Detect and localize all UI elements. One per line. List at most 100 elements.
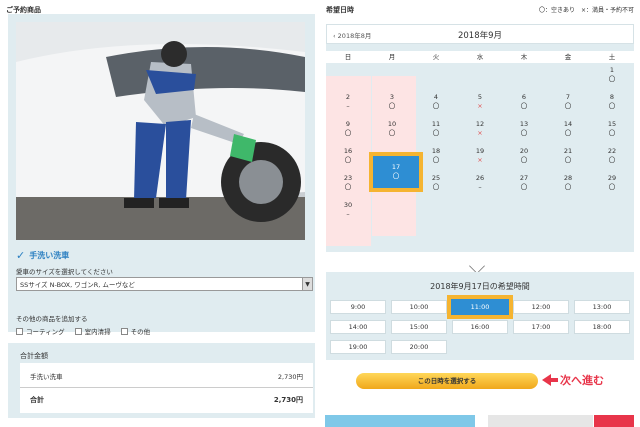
calendar-day[interactable]: 4〇 [414, 93, 458, 111]
time-slot[interactable]: 9:00 [330, 300, 386, 314]
time-slot[interactable]: 12:00 [513, 300, 569, 314]
product-panel: ✓ 手洗い洗車 愛車のサイズを選択してください SSサイズ N-BOX, ワゴン… [8, 14, 315, 336]
banner-thumbnail[interactable] [594, 415, 634, 427]
banner-thumbnail[interactable] [325, 415, 475, 427]
day-number: 26 [475, 174, 485, 182]
datetime-section-title: 希望日時 [326, 6, 354, 14]
time-slot[interactable]: 11:00 [447, 295, 513, 319]
calendar-day[interactable]: 3〇 [370, 93, 414, 111]
calendar-day[interactable]: 13 〇 [502, 120, 546, 138]
calendar-day[interactable]: 15 〇 [590, 120, 634, 138]
option-label: その他 [130, 328, 151, 336]
calendar-day[interactable]: 8〇 [590, 93, 634, 111]
calendar-day[interactable]: 14 〇 [546, 120, 590, 138]
calendar-day[interactable]: 23 〇 [326, 174, 370, 192]
total-title: 合計金額 [20, 352, 48, 360]
checkbox[interactable] [16, 327, 23, 335]
option-coating[interactable]: コーティング [16, 326, 65, 336]
day-number: 11 [431, 120, 441, 128]
time-slot[interactable]: 20:00 [391, 340, 447, 354]
time-slot[interactable]: 15:00 [391, 320, 447, 334]
weekday-label: 木 [520, 53, 528, 61]
total-panel: 合計金額 手洗い洗車 2,730円 合計 2,730円 [8, 343, 315, 418]
service-checkbox[interactable]: ✓ 手洗い洗車 [16, 250, 69, 261]
extra-options: コーティング 室内清掃 その他 [16, 326, 150, 336]
day-number: 19 [475, 147, 485, 155]
calendar-day[interactable]: 28 〇 [546, 174, 590, 192]
left-arrow-icon [542, 374, 558, 386]
next-step-text: 次へ進む [560, 374, 604, 387]
calendar-day[interactable]: 1〇 [590, 66, 634, 84]
availability-mark: 〇 [520, 183, 528, 191]
day-number: 14 [563, 120, 573, 128]
calendar-day[interactable]: 17 〇 [373, 163, 419, 181]
chevron-down-icon[interactable]: ▼ [302, 278, 312, 290]
calendar-day: 26– [458, 174, 502, 192]
option-interior[interactable]: 室内清掃 [74, 326, 111, 336]
day-number: 30 [343, 201, 353, 209]
day-number: 9 [345, 120, 351, 128]
day-number: 1 [609, 66, 615, 74]
calendar-day[interactable]: 29 〇 [590, 174, 634, 192]
day-number: 15 [607, 120, 617, 128]
line-item-name: 手洗い洗車 [30, 373, 63, 381]
availability-mark: 〇 [344, 129, 352, 137]
select-datetime-button[interactable]: この日時を選択する [356, 373, 538, 389]
calendar-day[interactable]: 20 〇 [502, 147, 546, 165]
calendar-day[interactable]: 7〇 [546, 93, 590, 111]
calendar-day[interactable]: 21 〇 [546, 147, 590, 165]
day-number: 16 [343, 147, 353, 155]
calendar-day[interactable]: 10 〇 [370, 120, 414, 138]
availability-mark: × [477, 129, 483, 137]
availability-mark: × [477, 102, 483, 110]
time-title: 2018年9月17日の希望時間 [430, 282, 530, 291]
extra-items-label: その他の商品を追加する [16, 315, 88, 323]
time-slot[interactable]: 19:00 [330, 340, 386, 354]
weekday-label: 水 [476, 53, 484, 61]
time-slot[interactable]: 10:00 [391, 300, 447, 314]
availability-mark: 〇 [520, 156, 528, 164]
selected-day-highlight[interactable]: 17 〇 [369, 152, 423, 192]
day-number: 12 [475, 120, 485, 128]
next-step-annotation: 次へ進む [542, 372, 604, 388]
availability-mark: 〇 [608, 102, 616, 110]
car-size-select[interactable]: SSサイズ N-BOX, ワゴンR, ムーヴなど ▼ [16, 277, 313, 291]
day-number: 4 [433, 93, 439, 101]
calendar-day[interactable]: 11 〇 [414, 120, 458, 138]
option-other[interactable]: その他 [120, 326, 151, 336]
check-icon: ✓ [16, 249, 26, 262]
time-slot[interactable]: 13:00 [574, 300, 630, 314]
time-slot[interactable]: 14:00 [330, 320, 386, 334]
weekday-label: 月 [388, 53, 396, 61]
availability-mark: 〇 [392, 172, 400, 180]
day-number: 8 [609, 93, 615, 101]
day-number: 22 [607, 147, 617, 155]
banner-thumbnail[interactable] [488, 415, 593, 427]
day-number: 17 [391, 163, 401, 171]
calendar-day: 19 × [458, 147, 502, 165]
availability-mark: 〇 [608, 183, 616, 191]
option-label: 室内清掃 [84, 328, 111, 336]
time-slot[interactable]: 16:00 [452, 320, 508, 334]
time-slot[interactable]: 17:00 [513, 320, 569, 334]
car-size-value: SSサイズ N-BOX, ワゴンR, ムーヴなど [20, 281, 135, 289]
availability-mark: 〇 [388, 129, 396, 137]
time-slot[interactable]: 18:00 [574, 320, 630, 334]
calendar: ‹ 2018年8月 2018年9月 日月火水木金土 1 〇 2–3 〇 4 〇 5 × 6 〇 7 〇… [326, 24, 634, 252]
calendar-day[interactable]: 9〇 [326, 120, 370, 138]
day-number: 2 [345, 93, 351, 101]
checkbox[interactable] [120, 327, 128, 335]
calendar-day[interactable]: 6〇 [502, 93, 546, 111]
availability-mark: – [346, 102, 350, 110]
calendar-day[interactable]: 16 〇 [326, 147, 370, 165]
day-number: 28 [563, 174, 573, 182]
checkbox[interactable] [74, 327, 82, 335]
total-box: 手洗い洗車 2,730円 合計 2,730円 [20, 363, 313, 413]
calendar-day[interactable]: 27 〇 [502, 174, 546, 192]
option-label: コーティング [26, 328, 65, 336]
calendar-day[interactable]: 22 〇 [590, 147, 634, 165]
day-number: 18 [431, 147, 441, 155]
total-label: 合計 [30, 396, 44, 404]
day-number: 21 [563, 147, 573, 155]
availability-mark: 〇 [608, 156, 616, 164]
